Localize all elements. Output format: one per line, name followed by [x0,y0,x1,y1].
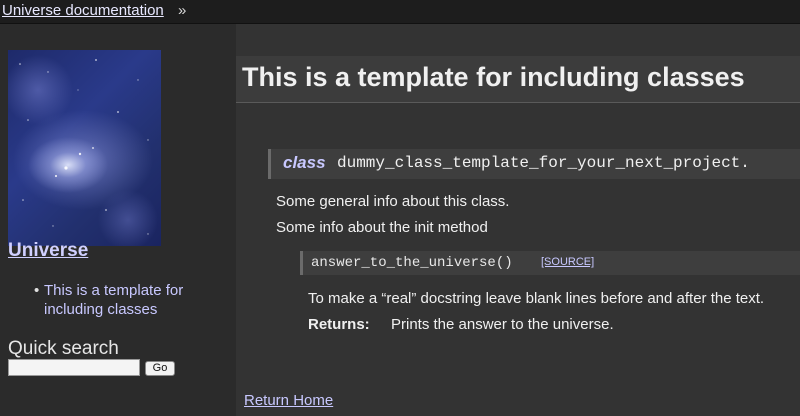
returns-text: Prints the answer to the universe. [391,316,614,333]
toc-item-template-classes[interactable]: This is a template for including classes [44,282,183,318]
class-name: dummy_class_template_for_your_next_proje… [337,154,750,172]
star-field-icon [19,59,149,235]
page-title: This is a template for including classes [242,62,745,92]
method-description: To make a “real” docstring leave blank l… [308,290,765,307]
init-description: Some info about the init method [276,219,488,236]
breadcrumb-home-link[interactable]: Universe documentation [2,0,164,22]
toc-list: • This is a template for including class… [34,281,224,319]
breadcrumb: Universe documentation » [0,0,800,24]
sidebar: Universe • This is a template for includ… [0,24,236,416]
toc-bullet: • [34,282,40,299]
quick-search-title: Quick search [8,338,119,359]
main-content: This is a template for including classes… [236,24,800,416]
returns-label: Returns: [308,316,370,333]
method-name: answer_to_the_universe() [311,255,513,271]
method-signature: answer_to_the_universe() [SOURCE] [300,251,800,275]
project-home-link[interactable]: Universe [8,240,88,262]
breadcrumb-separator: » [178,2,187,19]
return-home-link[interactable]: Return Home [244,392,333,409]
class-description: Some general info about this class. [276,193,510,210]
search-input[interactable] [8,359,140,376]
class-keyword: class [283,153,326,172]
source-link[interactable]: [SOURCE] [541,256,594,268]
page-title-box: This is a template for including classes [236,56,800,103]
class-signature: class dummy_class_template_for_your_next… [268,149,800,179]
go-button[interactable]: Go [145,361,175,376]
galaxy-logo-image[interactable] [8,50,161,246]
